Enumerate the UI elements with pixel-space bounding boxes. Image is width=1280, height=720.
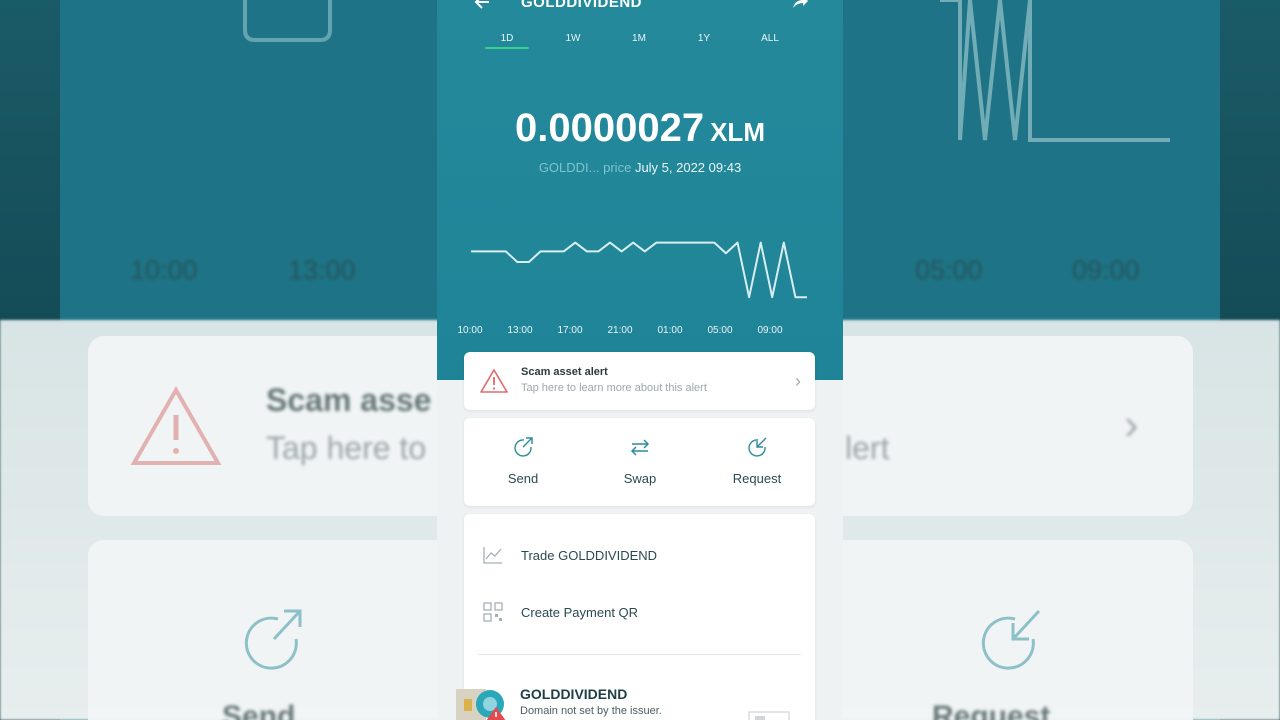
x-tick-label: 01:00 xyxy=(657,325,683,336)
trade-label: Trade GOLDDIVIDEND xyxy=(521,548,658,563)
price-word: price xyxy=(603,160,632,175)
bg-alert-title: Scam asse xyxy=(266,382,432,418)
actions-card: Send Swap Request xyxy=(464,418,815,506)
price-chart[interactable] xyxy=(467,210,813,310)
options-card: Trade GOLDDIVIDEND Create Payment QR GOL… xyxy=(456,514,815,720)
x-tick-label: 10:00 xyxy=(457,325,483,336)
alert-subtitle: Tap here to learn more about this alert xyxy=(521,382,707,394)
swap-label: Swap xyxy=(623,471,657,486)
request-label: Request xyxy=(732,471,782,486)
bg-alert-sub: Tap here to xyxy=(266,430,427,466)
send-button[interactable]: Send xyxy=(483,436,563,486)
bg-time-4: 09:00 xyxy=(1072,255,1140,285)
app-header: GOLDDIVIDEND xyxy=(437,0,843,16)
qr-icon xyxy=(483,602,503,622)
tab-1w[interactable]: 1W xyxy=(548,33,598,44)
page-title: GOLDDIVIDEND xyxy=(521,0,643,11)
bg-shape xyxy=(243,0,332,42)
tab-all[interactable]: ALL xyxy=(745,33,795,44)
phone-screen: GOLDDIVIDEND 1D 1W 1M 1Y ALL 0.0000027 XL… xyxy=(437,0,843,720)
warning-icon xyxy=(480,369,508,393)
bg-chevron-icon: › xyxy=(1124,400,1139,449)
range-tabs: 1D 1W 1M 1Y ALL xyxy=(437,33,843,53)
request-button[interactable]: Request xyxy=(717,436,797,486)
x-tick-label: 05:00 xyxy=(707,325,733,336)
payment-qr-label: Create Payment QR xyxy=(521,605,639,620)
x-tick-label: 09:00 xyxy=(757,325,783,336)
card-icon xyxy=(748,711,790,720)
tab-1m[interactable]: 1M xyxy=(614,33,664,44)
divider xyxy=(478,654,801,655)
tab-1d[interactable]: 1D xyxy=(482,33,532,49)
swap-icon xyxy=(630,439,650,456)
back-arrow-icon[interactable] xyxy=(473,0,491,12)
trade-menu-item[interactable]: Trade GOLDDIVIDEND xyxy=(464,535,815,575)
asset-short-name: GOLDDI... xyxy=(538,160,600,175)
tab-1y[interactable]: 1Y xyxy=(679,33,729,44)
price-line xyxy=(471,241,807,299)
bg-chart-line xyxy=(940,0,1170,142)
share-icon[interactable] xyxy=(791,0,809,12)
alert-title: Scam asset alert xyxy=(521,366,608,378)
swap-button[interactable]: Swap xyxy=(600,436,680,486)
bg-alert-sub-right: lert xyxy=(845,430,890,466)
x-tick-label: 17:00 xyxy=(557,325,583,336)
scam-alert-card[interactable]: Scam asset alert Tap here to learn more … xyxy=(464,352,815,410)
x-tick-label: 13:00 xyxy=(507,325,533,336)
bg-request-icon xyxy=(981,609,1041,670)
send-label: Send xyxy=(507,471,539,486)
asset-domain-note: Domain not set by the issuer. xyxy=(520,705,662,717)
price-display: 0.0000027 XLM xyxy=(437,106,843,151)
asset-name: GOLDDIVIDEND xyxy=(520,686,628,702)
price-caption: GOLDDI... price July 5, 2022 09:43 xyxy=(437,160,843,175)
payment-qr-menu-item[interactable]: Create Payment QR xyxy=(464,592,815,632)
x-tick-label: 21:00 xyxy=(607,325,633,336)
bg-send-icon xyxy=(244,609,302,670)
bg-request-label: Request xyxy=(932,700,1051,720)
request-icon xyxy=(748,437,767,457)
price-value: 0.0000027 xyxy=(515,106,705,150)
chart-x-axis: 10:00 13:00 17:00 21:00 01:00 05:00 09:00 xyxy=(437,325,843,339)
header-panel xyxy=(437,0,843,380)
asset-logo-icon xyxy=(456,689,506,720)
bg-time-2: 13:00 xyxy=(288,255,356,285)
bg-time-3: 05:00 xyxy=(915,255,983,285)
chart-icon xyxy=(483,547,502,564)
price-currency: XLM xyxy=(710,117,765,147)
bg-send-label: Send xyxy=(222,700,296,720)
price-date: July 5, 2022 09:43 xyxy=(634,160,742,175)
bg-warning-icon xyxy=(130,385,222,465)
bg-time-1: 10:00 xyxy=(130,255,198,285)
chevron-right-icon: › xyxy=(795,371,801,391)
send-icon xyxy=(514,437,533,457)
